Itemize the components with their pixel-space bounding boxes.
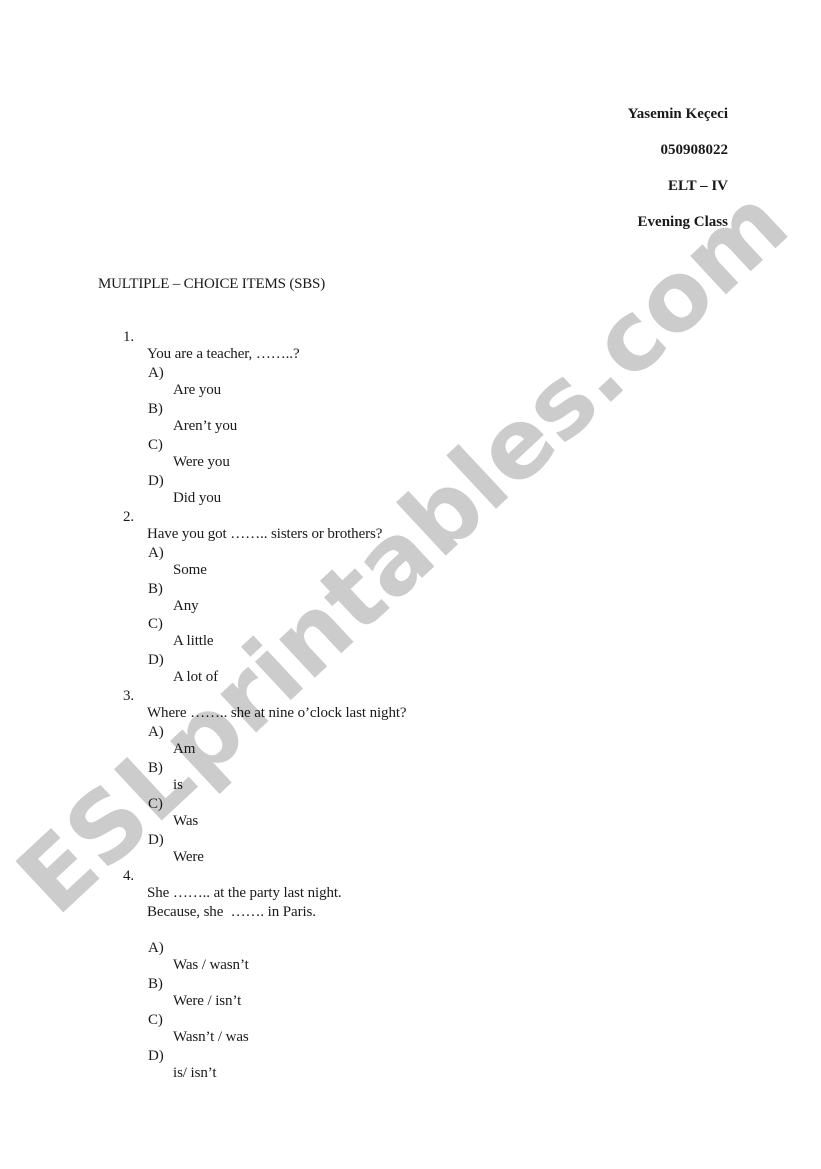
student-name: Yasemin Keçeci bbox=[627, 106, 728, 122]
question-number: 1. bbox=[123, 329, 135, 345]
option-letter: D) bbox=[148, 473, 164, 489]
option-text: Am bbox=[173, 741, 196, 757]
option-letter: D) bbox=[148, 652, 164, 668]
question-number: 3. bbox=[123, 688, 135, 704]
option-text: Some bbox=[173, 562, 207, 578]
option-letter: C) bbox=[148, 1012, 163, 1028]
option-text: Did you bbox=[173, 490, 222, 506]
option-letter: C) bbox=[148, 796, 163, 812]
option-text: Any bbox=[173, 598, 199, 614]
option-text: Were / isn’t bbox=[173, 993, 242, 1009]
option-letter: B) bbox=[148, 581, 163, 597]
question-number: 2. bbox=[123, 509, 135, 525]
option-letter: B) bbox=[148, 976, 163, 992]
option-text: is/ isn’t bbox=[173, 1065, 217, 1081]
student-number: 050908022 bbox=[660, 142, 729, 158]
option-text: Aren’t you bbox=[173, 418, 238, 434]
option-text: Was bbox=[173, 813, 199, 829]
section-title: MULTIPLE – CHOICE ITEMS (SBS) bbox=[98, 276, 325, 292]
question-text: Have you got …….. sisters or brothers? bbox=[147, 526, 383, 542]
option-letter: B) bbox=[148, 760, 163, 776]
option-text: is bbox=[173, 777, 183, 793]
option-letter: D) bbox=[148, 1048, 164, 1064]
class-name: Evening Class bbox=[637, 214, 728, 230]
option-text: Are you bbox=[173, 382, 222, 398]
option-item: D) is/ isn’t bbox=[0, 1031, 217, 1099]
option-text: A little bbox=[173, 633, 214, 649]
question-text: You are a teacher, ……..? bbox=[147, 346, 300, 362]
option-text: A lot of bbox=[173, 669, 219, 685]
question-text: She …….. at the party last night. bbox=[147, 885, 342, 901]
option-letter: C) bbox=[148, 437, 163, 453]
question-text: Where …….. she at nine o’clock last nigh… bbox=[147, 705, 407, 721]
course-name: ELT – IV bbox=[667, 178, 728, 194]
option-letter: A) bbox=[148, 724, 164, 740]
option-letter: A) bbox=[148, 365, 164, 381]
option-text: Were you bbox=[173, 454, 230, 470]
option-letter: A) bbox=[148, 545, 164, 561]
worksheet-page: ESLprintables.com Yasemin Keçeci 0509080… bbox=[0, 0, 821, 1169]
student-info: Yasemin Keçeci 050908022 ELT – IV Evenin… bbox=[628, 96, 728, 240]
option-letter: B) bbox=[148, 401, 163, 417]
question-number: 4. bbox=[123, 868, 135, 884]
option-letter: A) bbox=[148, 940, 164, 956]
option-letter: C) bbox=[148, 616, 163, 632]
question-text: Because, she ……. in Paris. bbox=[147, 904, 316, 920]
option-text: Were bbox=[173, 849, 204, 865]
option-letter: D) bbox=[148, 832, 164, 848]
option-text: Wasn’t / was bbox=[173, 1029, 249, 1045]
option-text: Was / wasn’t bbox=[173, 957, 249, 973]
